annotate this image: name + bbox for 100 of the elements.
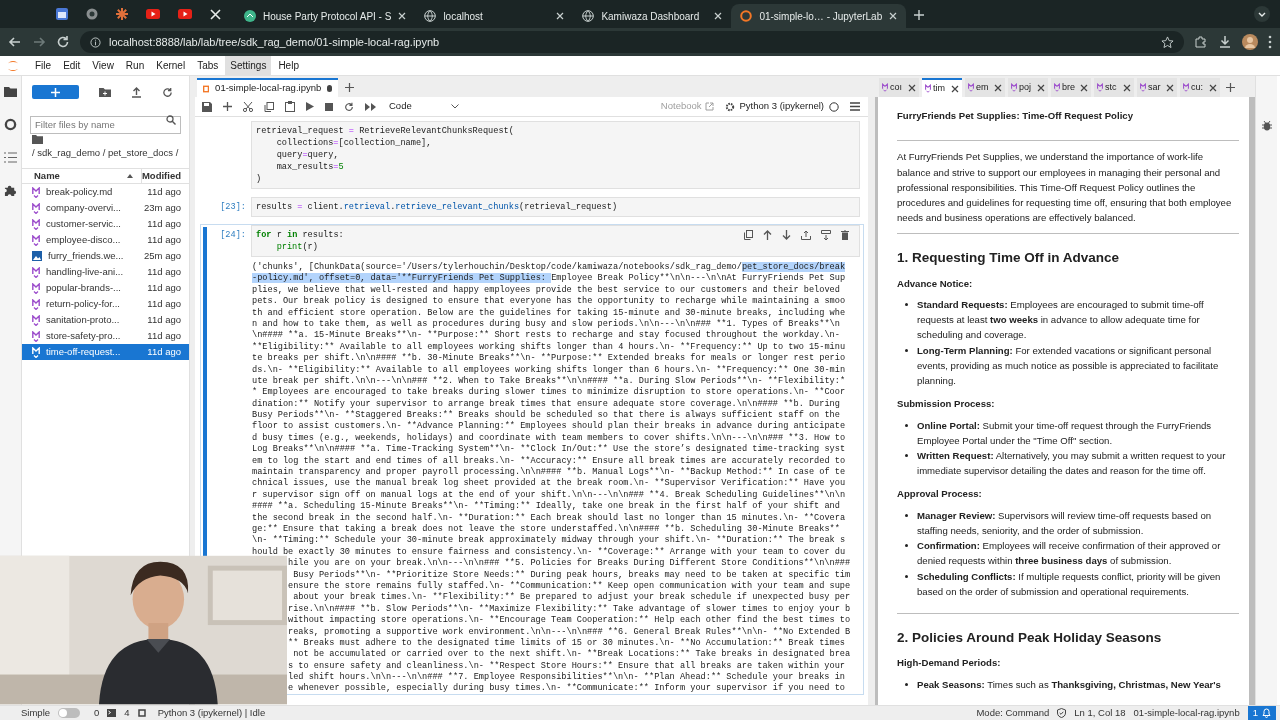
- notebook-cell[interactable]: [23]: results = client.retrieval.retrieve_relevant_chunks(retrieval_request): [200, 196, 864, 218]
- file-row[interactable]: handling-live-ani... 11d ago: [22, 264, 189, 281]
- bug-icon[interactable]: [1261, 120, 1272, 131]
- notebook-tab[interactable]: 01-simple-local-rag.ipynb: [197, 78, 338, 97]
- folder-icon[interactable]: [4, 86, 17, 97]
- file-row[interactable]: furry_friends.we... 25m ago: [22, 248, 189, 265]
- new-tab-icon[interactable]: [345, 83, 354, 92]
- document-tab[interactable]: em: [965, 78, 1005, 97]
- browser-tab[interactable]: Kamiwaza Dashboard: [573, 4, 732, 28]
- menu-item[interactable]: File: [30, 56, 57, 75]
- document-tab[interactable]: poj: [1008, 78, 1048, 97]
- copy-icon[interactable]: [744, 230, 753, 240]
- save-icon[interactable]: [202, 101, 212, 112]
- delete-icon[interactable]: [841, 230, 849, 240]
- circle-icon[interactable]: [86, 8, 98, 20]
- file-row[interactable]: return-policy-for... 11d ago: [22, 296, 189, 313]
- close-icon[interactable]: [908, 83, 916, 92]
- reload-icon[interactable]: [56, 35, 70, 49]
- forward-icon[interactable]: [32, 35, 46, 49]
- menu-icon[interactable]: [850, 102, 860, 111]
- file-row[interactable]: popular-brands-... 11d ago: [22, 280, 189, 297]
- breadcrumb-path[interactable]: / sdk_rag_demo / pet_store_docs /: [32, 146, 189, 161]
- refresh-icon[interactable]: [162, 86, 173, 98]
- notebook-cell[interactable]: [200, 224, 864, 695]
- extension-icon[interactable]: [4, 184, 17, 197]
- avatar-icon[interactable]: [1242, 34, 1258, 50]
- document-tab[interactable]: cu:: [1180, 78, 1220, 97]
- new-launcher-button[interactable]: [32, 85, 79, 99]
- play-icon[interactable]: [178, 9, 192, 19]
- address-bar[interactable]: localhost:8888/lab/lab/tree/sdk_rag_demo/01-simple-local-rag.ipynb: [80, 31, 1184, 53]
- move-up-icon[interactable]: [763, 230, 772, 240]
- notification-badge[interactable]: 1: [1247, 705, 1276, 720]
- file-row[interactable]: break-policy.md 11d ago: [22, 184, 189, 201]
- file-row[interactable]: sanitation-proto... 11d ago: [22, 312, 189, 329]
- extension-icon[interactable]: [1194, 35, 1208, 49]
- star-icon[interactable]: [1161, 35, 1174, 49]
- table-of-contents-icon[interactable]: [4, 152, 17, 163]
- close-icon[interactable]: [994, 83, 1002, 92]
- kernel-status[interactable]: Python 3 (ipykernel) | Idle: [157, 705, 266, 720]
- shield-icon[interactable]: [1057, 708, 1067, 718]
- menu-icon[interactable]: [1268, 35, 1272, 49]
- close-icon[interactable]: [1166, 83, 1174, 92]
- menu-item[interactable]: Help: [273, 56, 304, 75]
- kernel-name[interactable]: Python 3 (ipykernel): [739, 99, 824, 114]
- burst-icon[interactable]: [116, 8, 128, 20]
- terminal-icon[interactable]: [107, 709, 117, 717]
- column-header[interactable]: Modified: [141, 170, 181, 182]
- paste-icon[interactable]: [285, 101, 295, 112]
- calendar-icon[interactable]: [56, 8, 68, 20]
- menu-item[interactable]: Run: [120, 56, 150, 75]
- gear-icon[interactable]: [724, 101, 735, 112]
- insert-below-icon[interactable]: [821, 230, 831, 240]
- file-row[interactable]: time-off-request... 11d ago: [22, 344, 189, 361]
- file-row[interactable]: customer-servic... 11d ago: [22, 216, 189, 233]
- stop-icon[interactable]: [325, 102, 333, 111]
- back-icon[interactable]: [8, 35, 22, 49]
- terminal-count[interactable]: 0: [94, 705, 100, 720]
- copy-icon[interactable]: [264, 101, 274, 112]
- info-icon[interactable]: [90, 36, 101, 48]
- play-icon[interactable]: [146, 9, 160, 19]
- menu-item[interactable]: Edit: [58, 56, 86, 75]
- file-row[interactable]: company-overvi... 23m ago: [22, 200, 189, 217]
- menu-item[interactable]: Kernel: [151, 56, 191, 75]
- cursor-position[interactable]: Ln 1, Col 18: [1074, 705, 1126, 720]
- external-link-icon[interactable]: [704, 102, 714, 111]
- document-tab[interactable]: tim: [922, 78, 962, 97]
- insert-above-icon[interactable]: [801, 230, 811, 240]
- close-icon[interactable]: [1123, 83, 1131, 92]
- code-input[interactable]: for r in results: print(r): [251, 225, 860, 257]
- browser-tab[interactable]: House Party Protocol API - S: [235, 4, 416, 28]
- document-tab[interactable]: bre: [1051, 78, 1091, 97]
- run-icon[interactable]: [306, 102, 314, 111]
- kernel-icon[interactable]: [137, 709, 146, 717]
- cell-type-dropdown[interactable]: Code: [389, 99, 459, 114]
- close-icon[interactable]: [1037, 83, 1045, 92]
- new-folder-icon[interactable]: [99, 87, 111, 97]
- file-row[interactable]: store-safety-pro... 11d ago: [22, 328, 189, 345]
- upload-icon[interactable]: [131, 86, 142, 98]
- menu-item[interactable]: Tabs: [192, 56, 224, 75]
- document-tab[interactable]: sar: [1137, 78, 1177, 97]
- menu-item[interactable]: View: [87, 56, 119, 75]
- code-input[interactable]: results = client.retrieval.retrieve_relevant_chunks(retrieval_request): [251, 197, 860, 217]
- cut-icon[interactable]: [243, 101, 253, 112]
- close-icon[interactable]: [1080, 83, 1088, 92]
- move-down-icon[interactable]: [782, 230, 791, 240]
- file-row[interactable]: employee-disco... 11d ago: [22, 232, 189, 249]
- kernel-count[interactable]: 4: [124, 705, 130, 720]
- restart-icon[interactable]: [344, 101, 354, 112]
- filter-field[interactable]: Filter files by name: [30, 115, 181, 134]
- close-icon[interactable]: [1209, 83, 1217, 92]
- cross-logo-icon[interactable]: [210, 8, 221, 20]
- close-icon[interactable]: [951, 84, 959, 93]
- new-tab-icon[interactable]: [1226, 83, 1235, 92]
- simple-mode-toggle[interactable]: [58, 708, 81, 718]
- browser-tab[interactable]: 01-simple-lo… - JupyterLab: [731, 4, 907, 28]
- browser-tab[interactable]: localhost: [415, 4, 574, 28]
- fast-forward-icon[interactable]: [365, 102, 376, 111]
- document-tab[interactable]: stc: [1094, 78, 1134, 97]
- add-cell-icon[interactable]: [223, 102, 232, 111]
- tab-search-icon[interactable]: [1254, 6, 1270, 22]
